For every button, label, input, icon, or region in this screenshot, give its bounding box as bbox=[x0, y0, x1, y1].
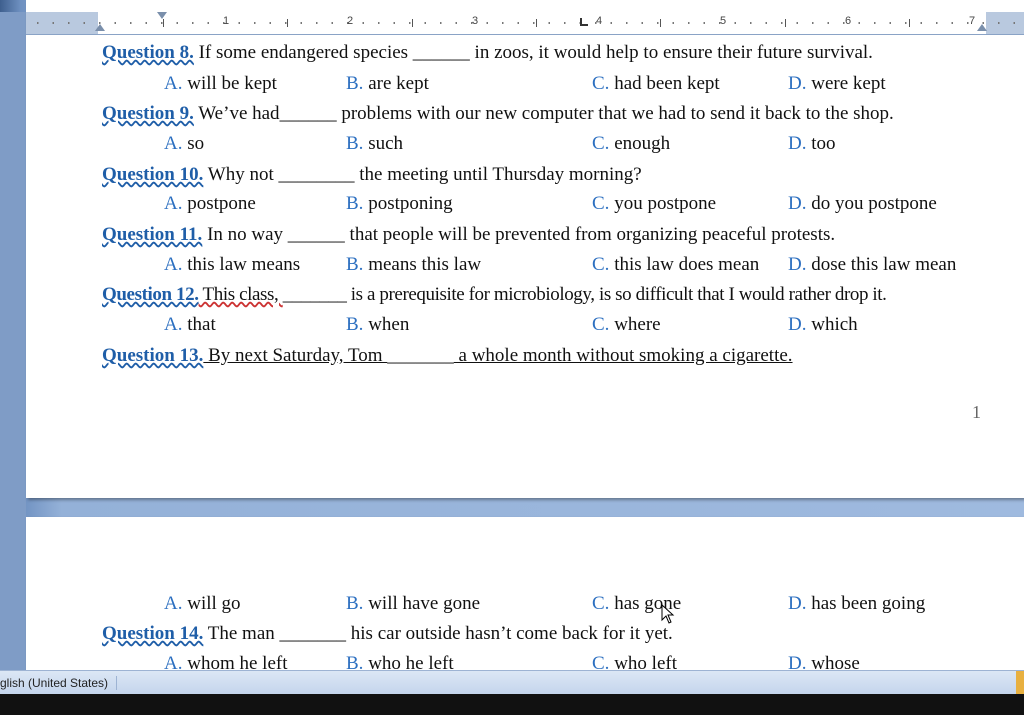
question-label: Question 10. bbox=[102, 164, 204, 185]
tab-stop-marker[interactable] bbox=[580, 18, 588, 26]
option-c[interactable]: C. you postpone bbox=[592, 193, 716, 215]
option-a[interactable]: A. postpone bbox=[164, 193, 256, 215]
first-line-indent-marker[interactable] bbox=[157, 12, 167, 19]
document-workspace: Question 8. If some endangered species _… bbox=[0, 0, 1024, 670]
option-d[interactable]: D. do you postpone bbox=[788, 193, 937, 215]
option-b[interactable]: B. will have gone bbox=[346, 593, 480, 615]
question-label: Question 13. bbox=[102, 345, 204, 366]
question-label: Question 14. bbox=[102, 623, 204, 644]
question-label: Question 9. bbox=[102, 103, 194, 124]
question-10[interactable]: Question 10. Why not ________ the meetin… bbox=[102, 164, 642, 186]
option-d[interactable]: D. were kept bbox=[788, 73, 886, 95]
option-c[interactable]: C. this law does mean bbox=[592, 254, 759, 276]
option-a[interactable]: A. so bbox=[164, 133, 204, 155]
ruler-number: 3 bbox=[471, 15, 479, 27]
question-8[interactable]: Question 8. If some endangered species _… bbox=[102, 42, 873, 64]
ruler-number: 2 bbox=[346, 15, 354, 27]
option-d[interactable]: D. which bbox=[788, 314, 858, 336]
option-a[interactable]: A. will be kept bbox=[164, 73, 277, 95]
question-14[interactable]: Question 14. The man _______ his car out… bbox=[102, 623, 673, 645]
option-b[interactable]: B. when bbox=[346, 314, 409, 336]
option-c[interactable]: C. who left bbox=[592, 653, 677, 670]
option-a[interactable]: A. whom he left bbox=[164, 653, 288, 670]
question-label: Question 11. bbox=[102, 224, 203, 245]
question-label: Question 12. bbox=[102, 284, 199, 305]
horizontal-ruler[interactable]: 1 2 3 4 5 6 7 bbox=[26, 12, 1024, 35]
option-b[interactable]: B. who he left bbox=[346, 653, 454, 670]
question-12[interactable]: Question 12. This class, _______ is a pr… bbox=[102, 284, 887, 306]
option-d[interactable]: D. whose bbox=[788, 653, 860, 670]
option-c[interactable]: C. had been kept bbox=[592, 73, 720, 95]
option-a[interactable]: A. will go bbox=[164, 593, 241, 615]
status-bar: glish (United States) bbox=[0, 670, 1024, 695]
mouse-cursor-icon bbox=[661, 604, 675, 624]
option-a[interactable]: A. this law means bbox=[164, 254, 300, 276]
question-11[interactable]: Question 11. In no way ______ that peopl… bbox=[102, 224, 835, 246]
option-c[interactable]: C. enough bbox=[592, 133, 670, 155]
ruler-number: 6 bbox=[844, 15, 852, 27]
question-13[interactable]: Question 13. By next Saturday, Tom _____… bbox=[102, 345, 793, 367]
option-a[interactable]: A. that bbox=[164, 314, 216, 336]
ruler-number: 5 bbox=[719, 15, 727, 27]
option-b[interactable]: B. are kept bbox=[346, 73, 429, 95]
language-indicator[interactable]: glish (United States) bbox=[0, 676, 118, 690]
taskbar bbox=[0, 694, 1024, 715]
option-d[interactable]: D. too bbox=[788, 133, 836, 155]
vertical-ruler bbox=[0, 12, 26, 670]
left-indent-marker[interactable] bbox=[95, 24, 105, 31]
ruler-number: 4 bbox=[595, 15, 603, 27]
ruler-number: 1 bbox=[222, 15, 230, 27]
status-bar-button[interactable] bbox=[1016, 671, 1024, 695]
option-b[interactable]: B. means this law bbox=[346, 254, 481, 276]
option-b[interactable]: B. such bbox=[346, 133, 403, 155]
right-indent-marker[interactable] bbox=[977, 24, 987, 31]
option-d[interactable]: D. has been going bbox=[788, 593, 925, 615]
question-label: Question 8. bbox=[102, 42, 194, 63]
page-number: 1 bbox=[972, 402, 981, 422]
document-page-2[interactable]: A. will go B. will have gone C. has gone… bbox=[26, 517, 1024, 670]
option-c[interactable]: C. where bbox=[592, 314, 661, 336]
document-page-1[interactable]: Question 8. If some endangered species _… bbox=[26, 0, 1024, 498]
option-d[interactable]: D. dose this law mean bbox=[788, 254, 956, 276]
question-9[interactable]: Question 9. We’ve had______ problems wit… bbox=[102, 103, 894, 125]
option-b[interactable]: B. postponing bbox=[346, 193, 453, 215]
